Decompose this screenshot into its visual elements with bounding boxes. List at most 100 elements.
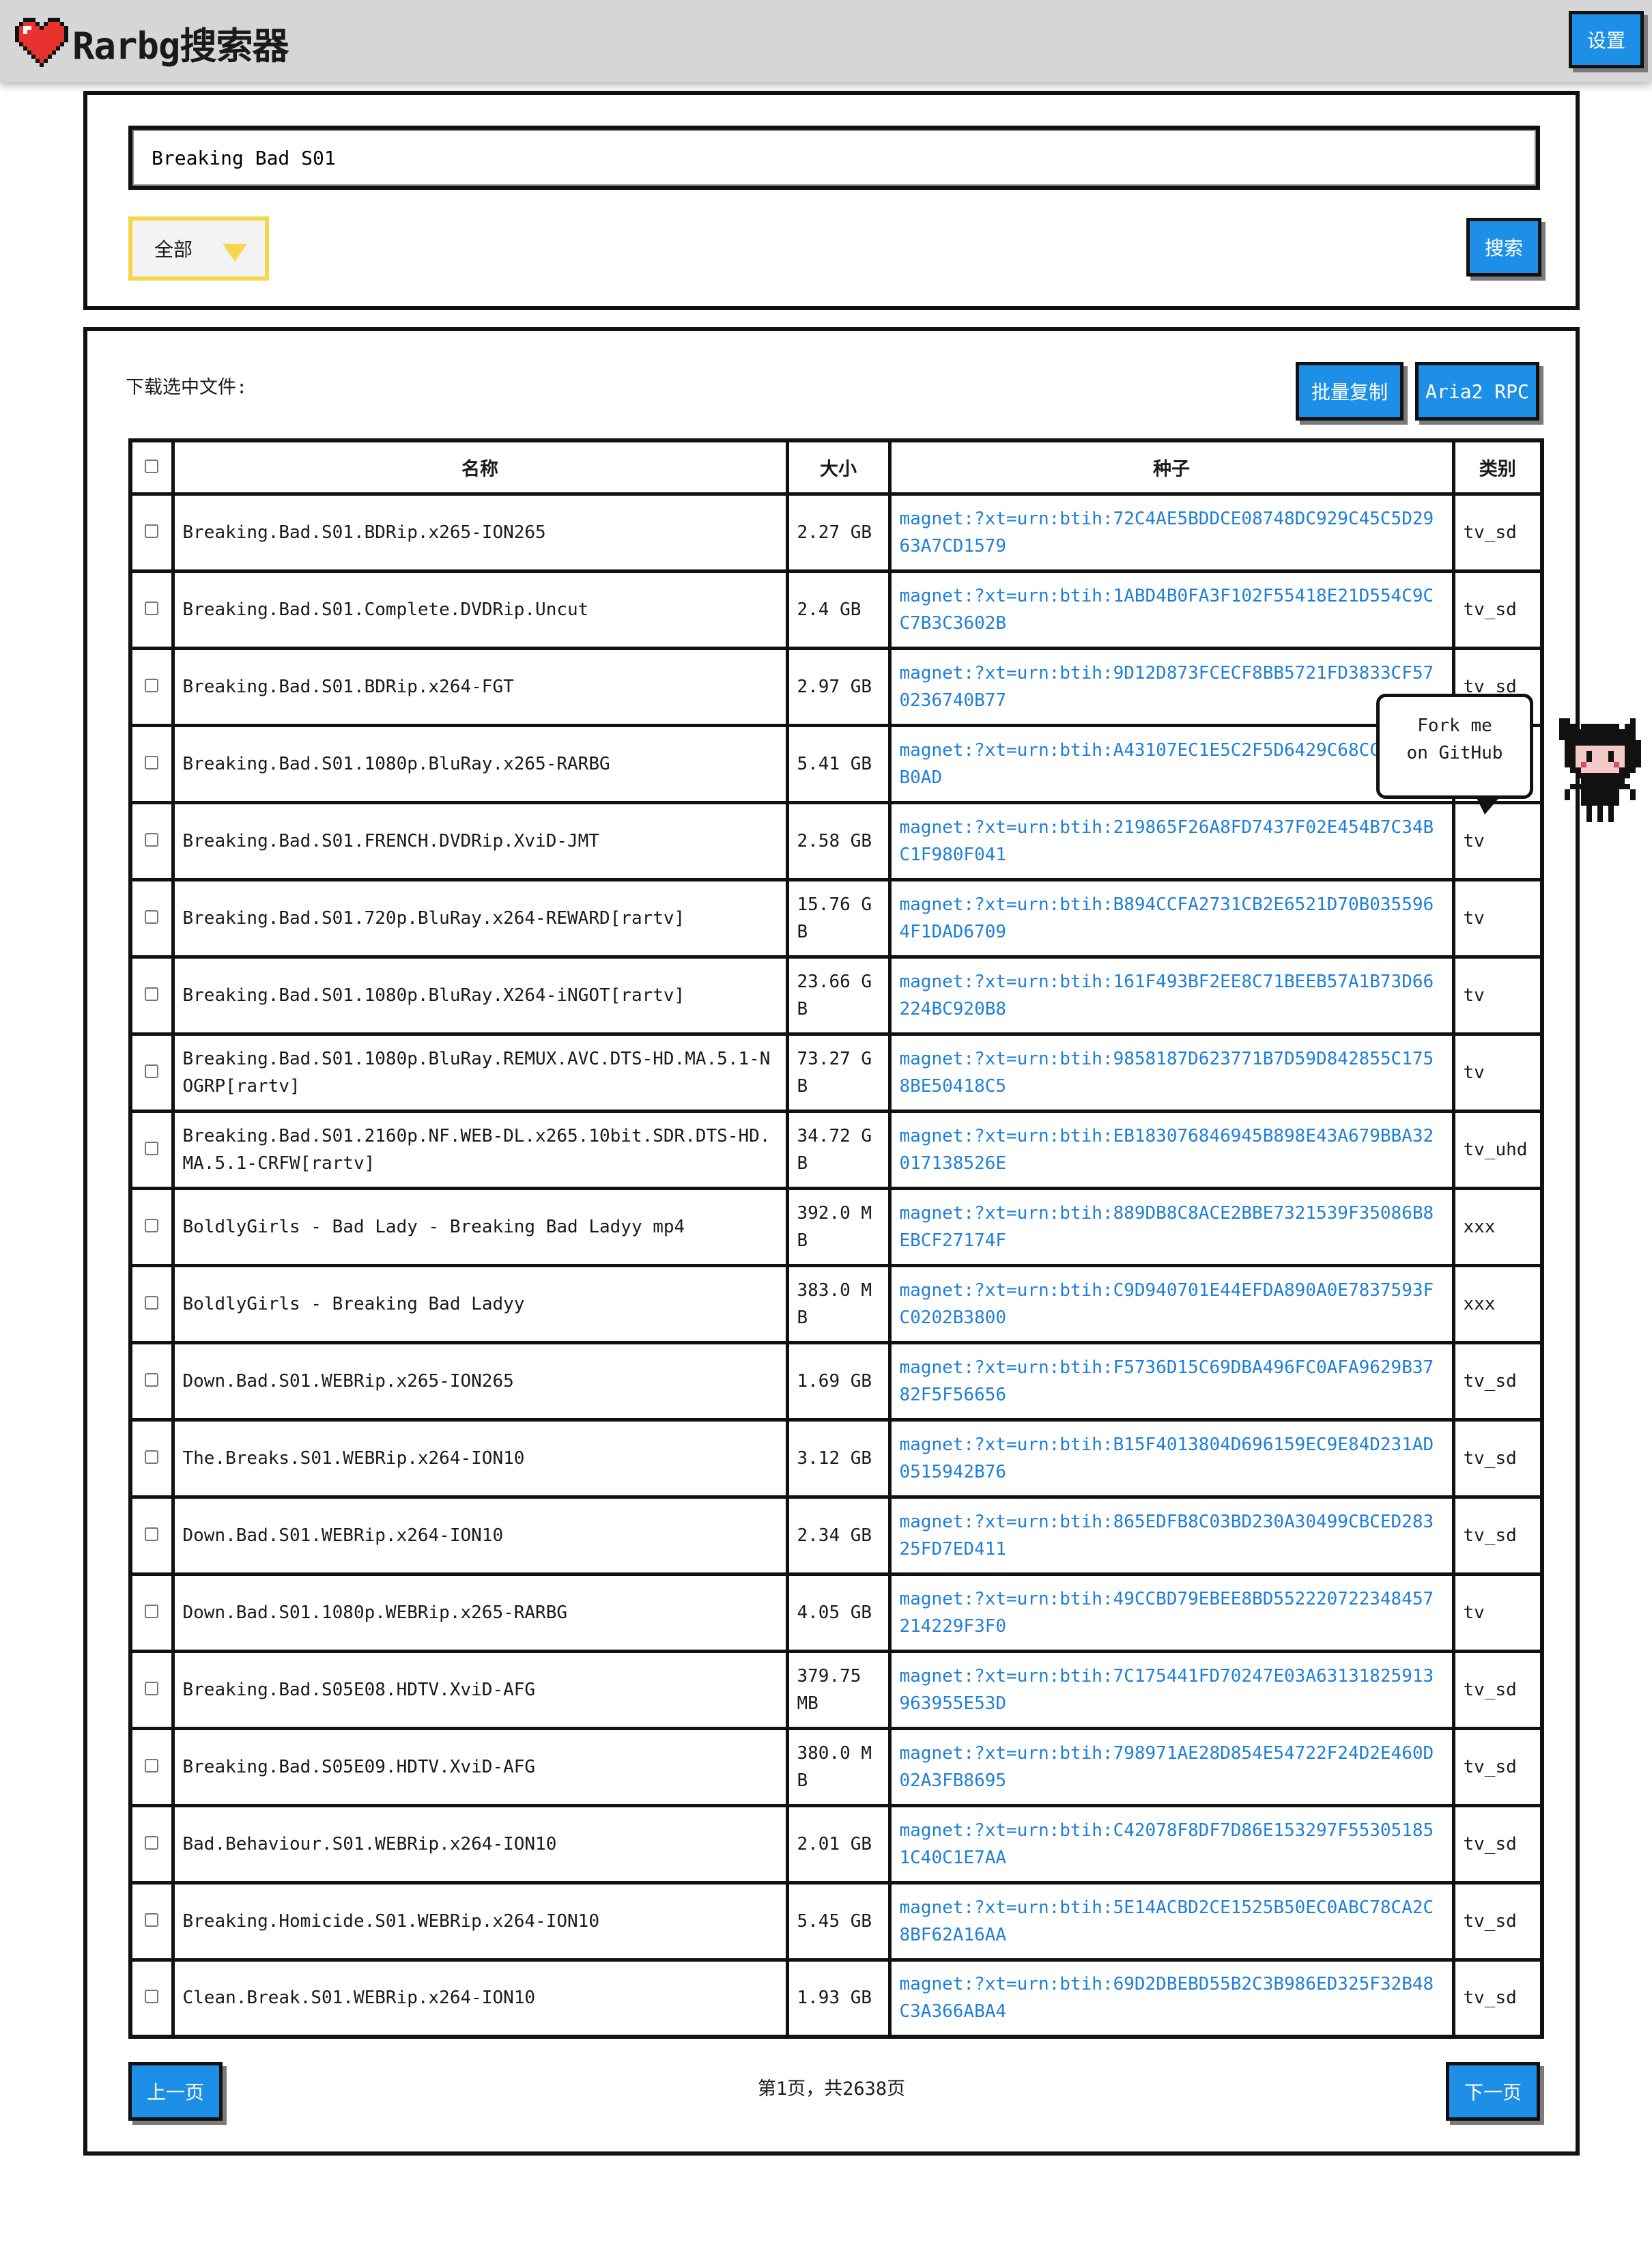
row-checkbox[interactable] <box>145 1835 159 1850</box>
table-row: Breaking.Bad.S01.2160p.NF.WEB-DL.x265.10… <box>128 1109 1544 1190</box>
row-magnet-link[interactable]: magnet:?xt=urn:btih:9858187D623771B7D59D… <box>887 1032 1455 1113</box>
row-category: tv <box>1451 955 1544 1036</box>
row-checkbox[interactable] <box>145 678 159 692</box>
row-size: 1.93 GB <box>785 1958 892 2039</box>
row-select-cell <box>128 1958 175 2039</box>
row-checkbox[interactable] <box>145 1912 159 1927</box>
row-size: 2.27 GB <box>785 492 892 573</box>
chevron-down-icon <box>223 244 247 262</box>
row-category: xxx <box>1451 1186 1544 1267</box>
row-magnet-link[interactable]: magnet:?xt=urn:btih:C42078F8DF7D86E15329… <box>887 1803 1455 1884</box>
row-name: Breaking.Bad.S01.BDRip.x264-FGT <box>171 646 789 727</box>
row-checkbox[interactable] <box>145 1990 159 2004</box>
row-magnet-link[interactable]: magnet:?xt=urn:btih:889DB8C8ACE2BBE73215… <box>887 1186 1455 1267</box>
app-logo: Rarbg搜索器 <box>15 18 289 68</box>
row-select-cell <box>128 1263 175 1344</box>
aria2-rpc-button[interactable]: Aria2 RPC <box>1415 362 1539 421</box>
fork-me-bubble[interactable]: Fork me on GitHub <box>1376 694 1533 815</box>
batch-copy-button[interactable]: 批量复制 <box>1296 362 1404 421</box>
row-select-cell <box>128 1186 175 1267</box>
row-checkbox[interactable] <box>145 601 159 615</box>
row-select-cell <box>128 569 175 650</box>
row-select-cell <box>128 646 175 727</box>
row-checkbox[interactable] <box>145 1141 159 1155</box>
table-row: Breaking.Bad.S01.1080p.BluRay.x265-RARBG… <box>128 723 1544 804</box>
row-checkbox[interactable] <box>145 1218 159 1232</box>
row-category: tv_sd <box>1451 1880 1544 1962</box>
octocat-icon[interactable] <box>1554 718 1647 822</box>
row-size: 383.0 MB <box>785 1263 892 1344</box>
row-magnet-link[interactable]: magnet:?xt=urn:btih:798971AE28D854E54722… <box>887 1726 1455 1807</box>
table-row: Breaking.Bad.S01.1080p.BluRay.X264-iNGOT… <box>128 955 1544 1036</box>
row-magnet-link[interactable]: magnet:?xt=urn:btih:69D2DBEBD55B2C3B986E… <box>887 1958 1455 2039</box>
row-category: tv_sd <box>1451 1495 1544 1576</box>
row-magnet-link[interactable]: magnet:?xt=urn:btih:9D12D873FCECF8BB5721… <box>887 646 1455 727</box>
row-category: tv_sd <box>1451 1417 1544 1499</box>
results-table: 名称 大小 种子 类别 Breaking.Bad.S01.BDRip.x265-… <box>128 438 1544 2039</box>
category-select-value: 全部 <box>154 238 193 261</box>
search-button[interactable]: 搜索 <box>1466 218 1541 277</box>
category-select[interactable]: 全部 <box>128 216 269 281</box>
row-checkbox[interactable] <box>145 1527 159 1541</box>
row-magnet-link[interactable]: magnet:?xt=urn:btih:49CCBD79EBEE8BD55222… <box>887 1572 1455 1653</box>
row-checkbox[interactable] <box>145 1450 159 1464</box>
row-checkbox[interactable] <box>145 909 159 924</box>
row-magnet-link[interactable]: magnet:?xt=urn:btih:B894CCFA2731CB2E6521… <box>887 877 1455 959</box>
row-magnet-link[interactable]: magnet:?xt=urn:btih:B15F4013804D696159EC… <box>887 1417 1455 1499</box>
row-size: 379.75 MB <box>785 1649 892 1730</box>
row-size: 2.34 GB <box>785 1495 892 1576</box>
row-select-cell <box>128 1109 175 1190</box>
row-size: 4.05 GB <box>785 1572 892 1653</box>
row-select-cell <box>128 1495 175 1576</box>
row-category: tv_sd <box>1451 492 1544 573</box>
row-magnet-link[interactable]: magnet:?xt=urn:btih:5E14ACBD2CE1525B50EC… <box>887 1880 1455 1962</box>
row-size: 2.4 GB <box>785 569 892 650</box>
row-checkbox[interactable] <box>145 1064 159 1078</box>
row-magnet-link[interactable]: magnet:?xt=urn:btih:219865F26A8FD7437F02… <box>887 800 1455 881</box>
row-category: tv_sd <box>1451 1340 1544 1422</box>
row-magnet-link[interactable]: magnet:?xt=urn:btih:C9D940701E44EFDA890A… <box>887 1263 1455 1344</box>
row-magnet-link[interactable]: magnet:?xt=urn:btih:7C175441FD70247E03A6… <box>887 1649 1455 1730</box>
select-all-checkbox[interactable] <box>145 459 159 473</box>
row-name: Down.Bad.S01.WEBRip.x264-ION10 <box>171 1495 789 1576</box>
row-checkbox[interactable] <box>145 832 159 847</box>
next-page-button[interactable]: 下一页 <box>1446 2062 1540 2121</box>
row-select-cell <box>128 1880 175 1962</box>
row-checkbox[interactable] <box>145 1604 159 1618</box>
table-row: The.Breaks.S01.WEBRip.x264-ION10 3.12 GB m… <box>128 1417 1544 1499</box>
row-magnet-link[interactable]: magnet:?xt=urn:btih:A43107EC1E5C2F5D6429… <box>887 723 1455 804</box>
row-magnet-link[interactable]: magnet:?xt=urn:btih:865EDFB8C03BD230A304… <box>887 1495 1455 1576</box>
table-row: Breaking.Bad.S01.BDRip.x265-ION265 2.27 G… <box>128 492 1544 573</box>
table-row: Breaking.Bad.S01.BDRip.x264-FGT 2.97 GB ma… <box>128 646 1544 727</box>
row-size: 2.97 GB <box>785 646 892 727</box>
row-checkbox[interactable] <box>145 1372 159 1387</box>
row-magnet-link[interactable]: magnet:?xt=urn:btih:161F493BF2EE8C71BEEB… <box>887 955 1455 1036</box>
row-checkbox[interactable] <box>145 755 159 769</box>
select-all-cell <box>128 438 175 496</box>
row-size: 34.72 GB <box>785 1109 892 1190</box>
table-row: Breaking.Bad.S01.720p.BluRay.x264-REWARD… <box>128 877 1544 959</box>
row-magnet-link[interactable]: magnet:?xt=urn:btih:EB183076846945B898E4… <box>887 1109 1455 1190</box>
row-category: tv <box>1451 1032 1544 1113</box>
column-header-size: 大小 <box>785 438 892 496</box>
row-magnet-link[interactable]: magnet:?xt=urn:btih:F5736D15C69DBA496FC0… <box>887 1340 1455 1422</box>
row-magnet-link[interactable]: magnet:?xt=urn:btih:72C4AE5BDDCE08748DC9… <box>887 492 1455 573</box>
table-row: Down.Bad.S01.WEBRip.x265-ION265 1.69 GB ma… <box>128 1340 1544 1422</box>
row-checkbox[interactable] <box>145 1758 159 1773</box>
fork-me-line1: Fork me <box>1417 716 1492 736</box>
row-select-cell <box>128 1726 175 1807</box>
search-input[interactable] <box>128 126 1540 190</box>
download-selected-label: 下载选中文件: <box>126 377 248 398</box>
row-checkbox[interactable] <box>145 1295 159 1310</box>
row-select-cell <box>128 1340 175 1422</box>
row-size: 73.27 GB <box>785 1032 892 1113</box>
top-bar: Rarbg搜索器 设置 <box>0 0 1652 82</box>
column-header-magnet: 种子 <box>887 438 1455 496</box>
row-select-cell <box>128 800 175 881</box>
row-checkbox[interactable] <box>145 524 159 538</box>
row-magnet-link[interactable]: magnet:?xt=urn:btih:1ABD4B0FA3F102F55418… <box>887 569 1455 650</box>
row-checkbox[interactable] <box>145 987 159 1001</box>
row-name: Bad.Behaviour.S01.WEBRip.x264-ION10 <box>171 1803 789 1884</box>
row-checkbox[interactable] <box>145 1681 159 1695</box>
settings-button[interactable]: 设置 <box>1569 11 1644 68</box>
